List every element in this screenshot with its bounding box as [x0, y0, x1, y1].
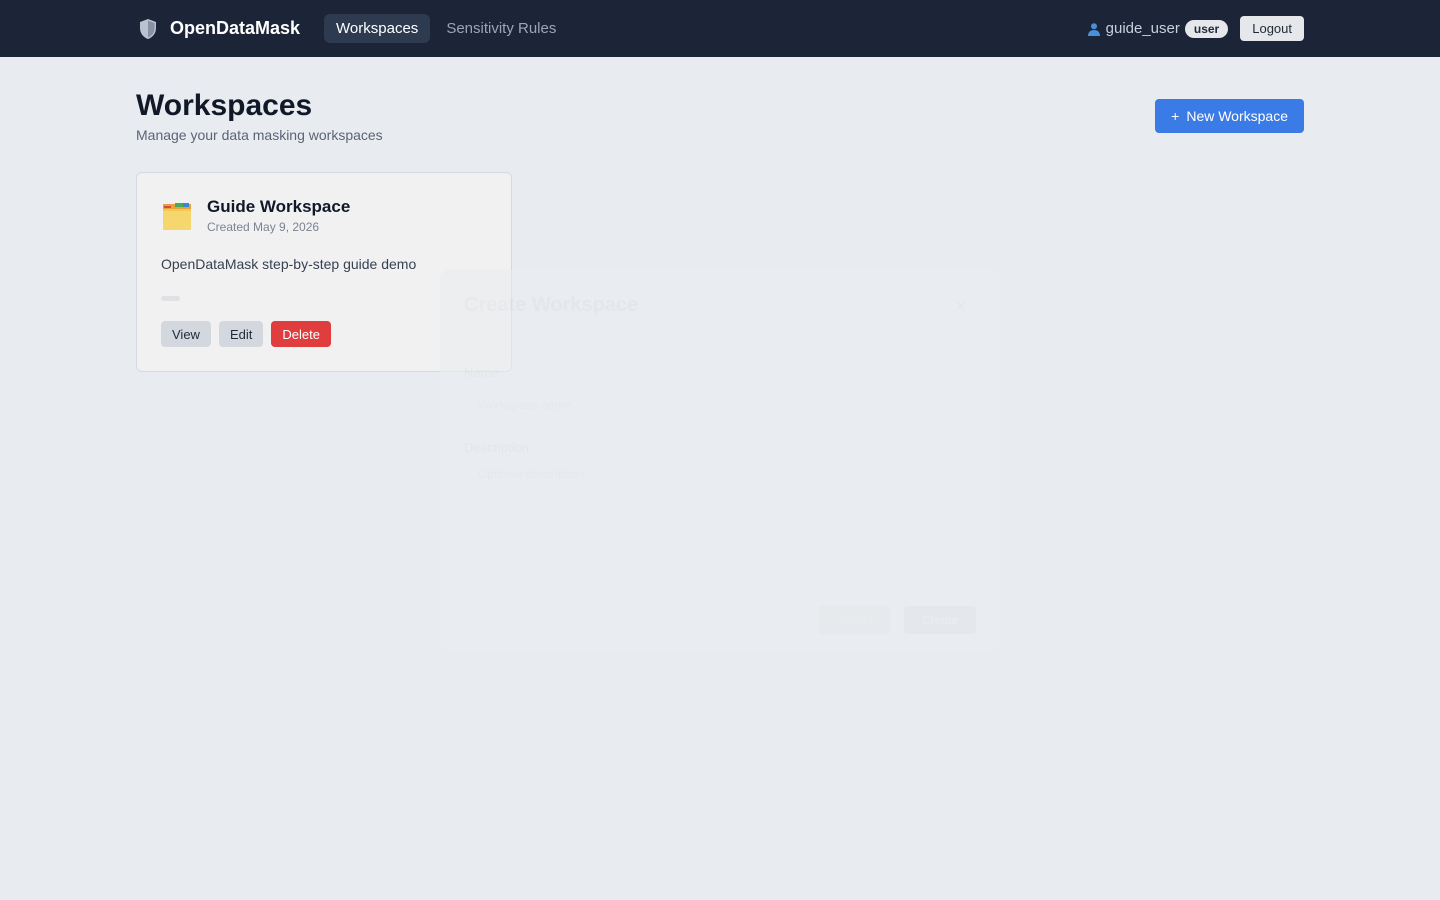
modal-create-button[interactable]: Create [904, 606, 976, 634]
modal-cancel-button[interactable]: Cancel [818, 606, 890, 634]
modal-name-input[interactable]: Workspace name [464, 398, 976, 412]
nav-link-workspaces[interactable]: Workspaces [324, 14, 431, 43]
modal-description-label: Description [464, 440, 530, 455]
workspace-description: OpenDataMask step-by-step guide demo [161, 256, 417, 272]
page-subtitle: Manage your data masking workspaces [136, 127, 383, 143]
delete-button[interactable]: Delete [271, 321, 331, 347]
new-workspace-label: New Workspace [1186, 108, 1288, 124]
logout-button[interactable]: Logout [1240, 16, 1304, 41]
shield-icon [140, 18, 156, 39]
modal-name-label: Name [464, 365, 499, 380]
workspace-actions: View Edit Delete [161, 321, 487, 347]
edit-button[interactable]: Edit [218, 321, 264, 347]
plus-icon: + [1171, 108, 1180, 124]
workspace-name[interactable]: Guide Workspace [207, 197, 350, 217]
view-button[interactable]: View [161, 321, 211, 347]
modal-title: Create Workspace [464, 294, 639, 316]
modal-description-input[interactable]: Optional description [464, 467, 976, 481]
modal-buttons: Cancel Create [818, 606, 976, 634]
role-badge: user [1184, 19, 1229, 38]
brand[interactable]: OpenDataMask [136, 17, 300, 41]
page-title: Workspaces [136, 89, 313, 122]
top-navbar: OpenDataMask Workspaces Sensitivity Rule… [0, 0, 1440, 57]
current-user: guide_user user [1087, 19, 1229, 38]
page-heading: Workspaces Manage your data masking work… [136, 89, 383, 143]
close-icon[interactable]: × [955, 296, 966, 317]
nav-link-sensitivity-rules[interactable]: Sensitivity Rules [434, 14, 568, 43]
page-header: Workspaces Manage your data masking work… [136, 57, 1304, 143]
workspace-created-date: Created May 9, 2026 [207, 220, 320, 234]
main-nav: Workspaces Sensitivity Rules [324, 14, 568, 43]
new-workspace-button[interactable]: + New Workspace [1155, 99, 1304, 133]
create-workspace-modal: Create Workspace × Name Workspace name D… [440, 270, 1000, 650]
nav-user-area: guide_user user Logout [1087, 16, 1304, 41]
username: guide_user [1105, 20, 1180, 37]
workspace-tag-placeholder [161, 296, 180, 301]
workspace-card-meta: Guide Workspace Created May 9, 2026 [207, 197, 350, 234]
user-icon [1087, 22, 1100, 36]
brand-name: OpenDataMask [170, 18, 301, 38]
workspace-card-header: Guide Workspace Created May 9, 2026 [161, 197, 487, 234]
folder-icon [163, 202, 191, 230]
